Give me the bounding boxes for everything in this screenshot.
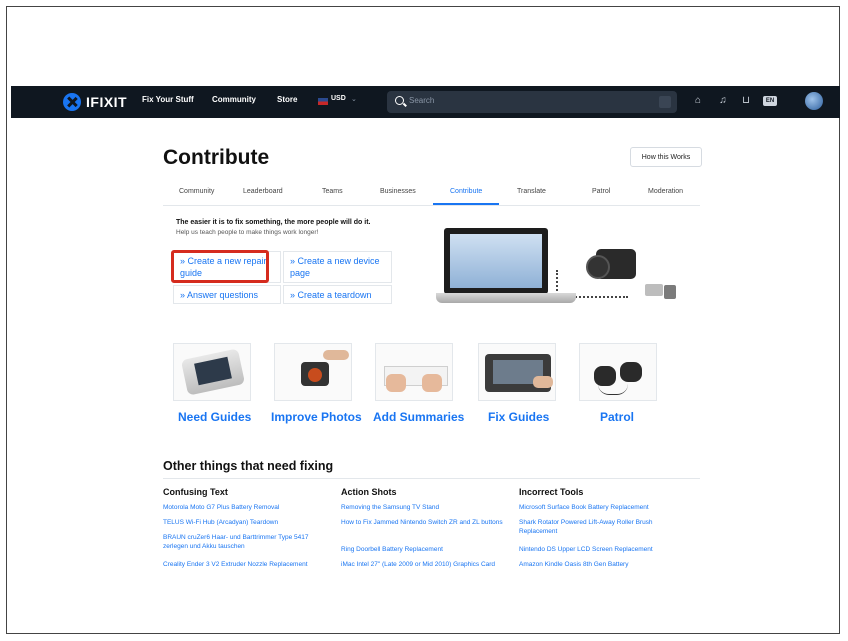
nav-fix-your-stuff[interactable]: Fix Your Stuff <box>142 95 194 104</box>
top-navbar: IFIXIT Fix Your Stuff Community Store US… <box>11 86 840 118</box>
create-teardown-link[interactable]: » Create a teardown <box>283 285 392 304</box>
tab-contribute[interactable]: Contribute <box>450 188 482 195</box>
chevron-down-icon[interactable]: ⌄ <box>351 95 357 103</box>
tab-leaderboard[interactable]: Leaderboard <box>243 188 283 195</box>
confusing-text-heading: Confusing Text <box>163 487 228 497</box>
laptop-base <box>436 293 576 303</box>
tab-community[interactable]: Community <box>179 188 214 195</box>
fix-guides-link[interactable]: Fix Guides <box>488 410 549 424</box>
need-guides-image[interactable] <box>173 343 251 401</box>
search-bar[interactable]: Search <box>387 91 677 113</box>
divider <box>163 478 700 479</box>
other-things-heading: Other things that need fixing <box>163 459 334 473</box>
add-summaries-image[interactable] <box>375 343 453 401</box>
ifixit-logo[interactable]: IFIXIT <box>63 93 127 111</box>
intro-subtext: Help us teach people to make things work… <box>176 229 319 236</box>
improve-photos-link[interactable]: Improve Photos <box>271 410 362 424</box>
currency-selector[interactable]: USD <box>331 95 346 102</box>
action-shots-heading: Action Shots <box>341 487 397 497</box>
logo-text: IFIXIT <box>86 94 128 110</box>
highlight-box <box>171 250 269 283</box>
list-item[interactable]: TELUS Wi-Fi Hub (Arcadyan) Teardown <box>163 518 333 527</box>
patrol-image[interactable] <box>579 343 657 401</box>
page-title: Contribute <box>163 146 270 169</box>
tab-patrol[interactable]: Patrol <box>592 188 610 195</box>
search-input[interactable]: Search <box>409 96 434 105</box>
tab-businesses[interactable]: Businesses <box>380 188 416 195</box>
section-tabs: Community Leaderboard Teams Businesses C… <box>163 183 700 206</box>
list-item[interactable]: Motorola Moto G7 Plus Battery Removal <box>163 503 333 512</box>
add-summaries-link[interactable]: Add Summaries <box>373 410 464 424</box>
laptop-screen <box>450 234 542 288</box>
incorrect-tools-heading: Incorrect Tools <box>519 487 584 497</box>
list-item[interactable]: iMac Intel 27" (Late 2009 or Mid 2010) G… <box>341 560 511 569</box>
how-this-works-button[interactable]: How this Works <box>630 147 702 167</box>
list-item[interactable]: BRAUN cruZer6 Haar- und Barttrimmer Type… <box>163 533 328 551</box>
answer-questions-link[interactable]: » Answer questions <box>173 285 281 304</box>
tab-moderation[interactable]: Moderation <box>648 188 683 195</box>
list-item[interactable]: Shark Rotator Powered Lift-Away Roller B… <box>519 518 684 536</box>
language-badge[interactable]: EN <box>763 96 777 106</box>
user-avatar[interactable] <box>805 92 823 110</box>
compact-camera-illustration <box>645 284 663 296</box>
active-tab-indicator <box>433 203 499 205</box>
notification-bell-icon[interactable]: ♫ <box>717 95 729 107</box>
list-item[interactable]: Amazon Kindle Oasis 8th Gen Battery Repl… <box>519 560 659 569</box>
laptop-illustration <box>444 228 548 294</box>
list-item[interactable]: Nintendo DS Upper LCD Screen Replacement <box>519 545 689 554</box>
camera-lens <box>586 255 610 279</box>
list-item[interactable]: Microsoft Surface Book Battery Replaceme… <box>519 503 689 512</box>
list-item[interactable]: Ring Doorbell Battery Replacement <box>341 545 506 554</box>
create-device-page-link[interactable]: » Create a new device page <box>283 251 392 283</box>
list-item[interactable]: Removing the Samsung TV Stand <box>341 503 506 512</box>
keyboard-shortcut-icon <box>659 96 671 108</box>
ifixit-logo-icon <box>63 93 81 111</box>
patrol-link[interactable]: Patrol <box>600 410 634 424</box>
tab-teams[interactable]: Teams <box>322 188 343 195</box>
search-icon <box>395 96 404 105</box>
fix-guides-image[interactable] <box>478 343 556 401</box>
need-guides-link[interactable]: Need Guides <box>178 410 251 424</box>
toolbox-icon[interactable]: ⌂ <box>692 95 704 107</box>
nav-store[interactable]: Store <box>277 95 297 104</box>
improve-photos-image[interactable] <box>274 343 352 401</box>
intro-headline: The easier it is to fix something, the m… <box>176 219 371 226</box>
us-flag-icon[interactable] <box>318 98 328 105</box>
phone-illustration <box>664 285 676 299</box>
tab-translate[interactable]: Translate <box>517 188 546 195</box>
list-item[interactable]: Creality Ender 3 V2 Extruder Nozzle Repl… <box>163 560 335 569</box>
cart-icon[interactable]: ⊔ <box>740 95 752 107</box>
nav-community[interactable]: Community <box>212 95 256 104</box>
list-item[interactable]: How to Fix Jammed Nintendo Switch ZR and… <box>341 518 506 527</box>
